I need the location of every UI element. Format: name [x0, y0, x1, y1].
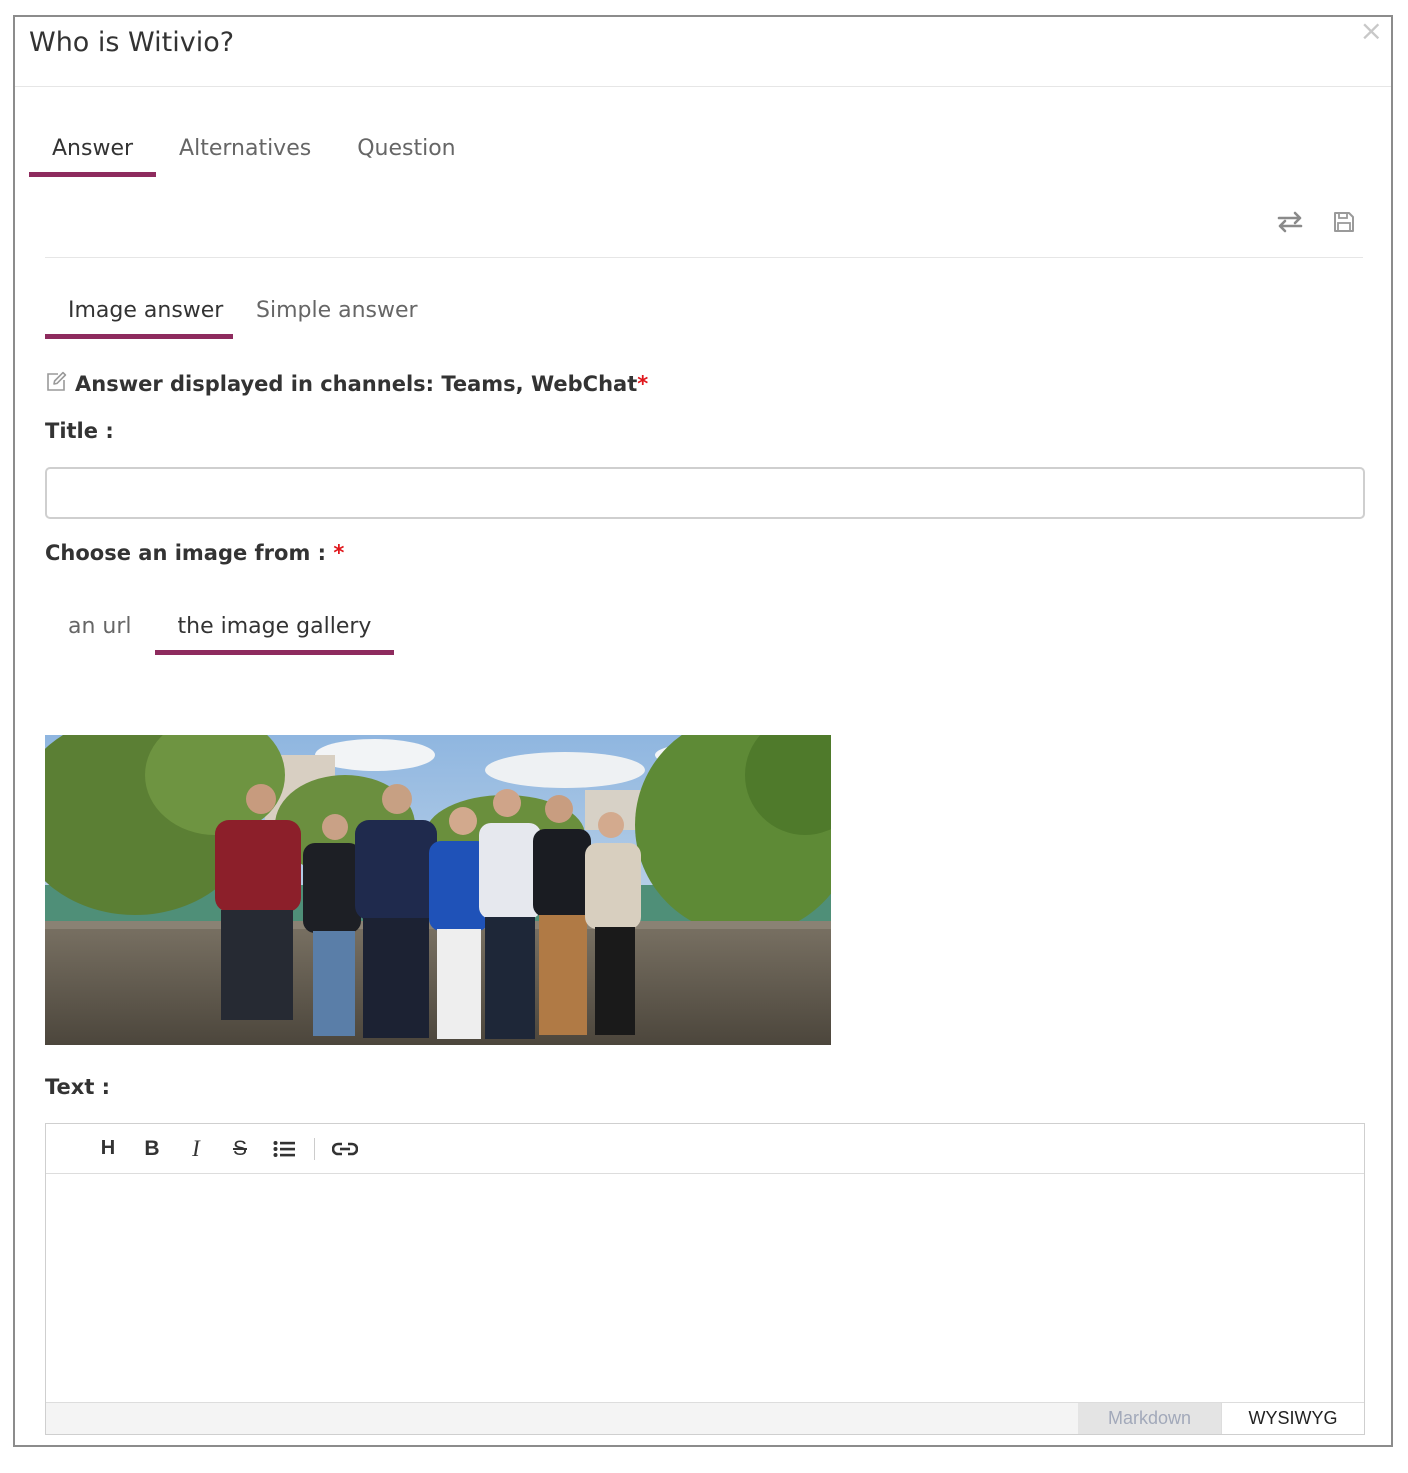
image-source-tabs: an url the image gallery [45, 605, 395, 655]
title-label: Title : [45, 419, 114, 443]
dialog-header: Who is Witivio? × [15, 17, 1391, 87]
answer-type-tabs: Image answer Simple answer [45, 289, 441, 339]
close-icon[interactable]: × [1360, 17, 1383, 45]
answer-dialog: Who is Witivio? × Answer Alternatives Qu… [13, 15, 1393, 1447]
selected-image [45, 735, 831, 1045]
edit-icon[interactable] [45, 371, 67, 397]
tab-an-url[interactable]: an url [45, 605, 155, 655]
markdown-editor: H B I S Markdown WYSIWYG [45, 1123, 1365, 1435]
toolbar-separator [314, 1137, 315, 1160]
tab-answer[interactable]: Answer [29, 127, 157, 177]
tab-image-answer[interactable]: Image answer [45, 289, 233, 339]
required-mark: * [637, 372, 649, 396]
tab-question[interactable]: Question [334, 127, 478, 177]
main-tabs: Answer Alternatives Question [29, 127, 479, 177]
editor-mode-bar: Markdown WYSIWYG [46, 1402, 1364, 1434]
bold-icon[interactable]: B [130, 1129, 174, 1169]
tab-alternatives[interactable]: Alternatives [156, 127, 334, 177]
section-divider [45, 257, 1363, 258]
editor-text-area[interactable] [46, 1174, 1364, 1402]
text-label: Text : [45, 1075, 111, 1099]
title-input[interactable] [45, 467, 1365, 519]
swap-arrows-icon[interactable] [1275, 207, 1305, 237]
tab-image-gallery[interactable]: the image gallery [154, 605, 395, 655]
link-icon[interactable] [323, 1129, 367, 1169]
wysiwyg-mode-button[interactable]: WYSIWYG [1221, 1403, 1364, 1434]
bullet-list-icon[interactable] [262, 1129, 306, 1169]
tab-simple-answer[interactable]: Simple answer [233, 289, 441, 339]
channels-label: Answer displayed in channels: Teams, Web… [75, 372, 649, 396]
editor-toolbar: H B I S [46, 1124, 1364, 1174]
answer-toolbar [1275, 207, 1359, 237]
required-mark: * [333, 541, 345, 565]
image-source-label: Choose an image from : * [45, 541, 345, 565]
channels-info: Answer displayed in channels: Teams, Web… [45, 371, 648, 397]
heading-icon[interactable]: H [86, 1129, 130, 1169]
dialog-title: Who is Witivio? [29, 27, 235, 58]
italic-icon[interactable]: I [174, 1129, 218, 1169]
save-floppy-icon[interactable] [1329, 207, 1359, 237]
strikethrough-icon[interactable]: S [218, 1129, 262, 1169]
markdown-mode-button[interactable]: Markdown [1078, 1403, 1221, 1434]
